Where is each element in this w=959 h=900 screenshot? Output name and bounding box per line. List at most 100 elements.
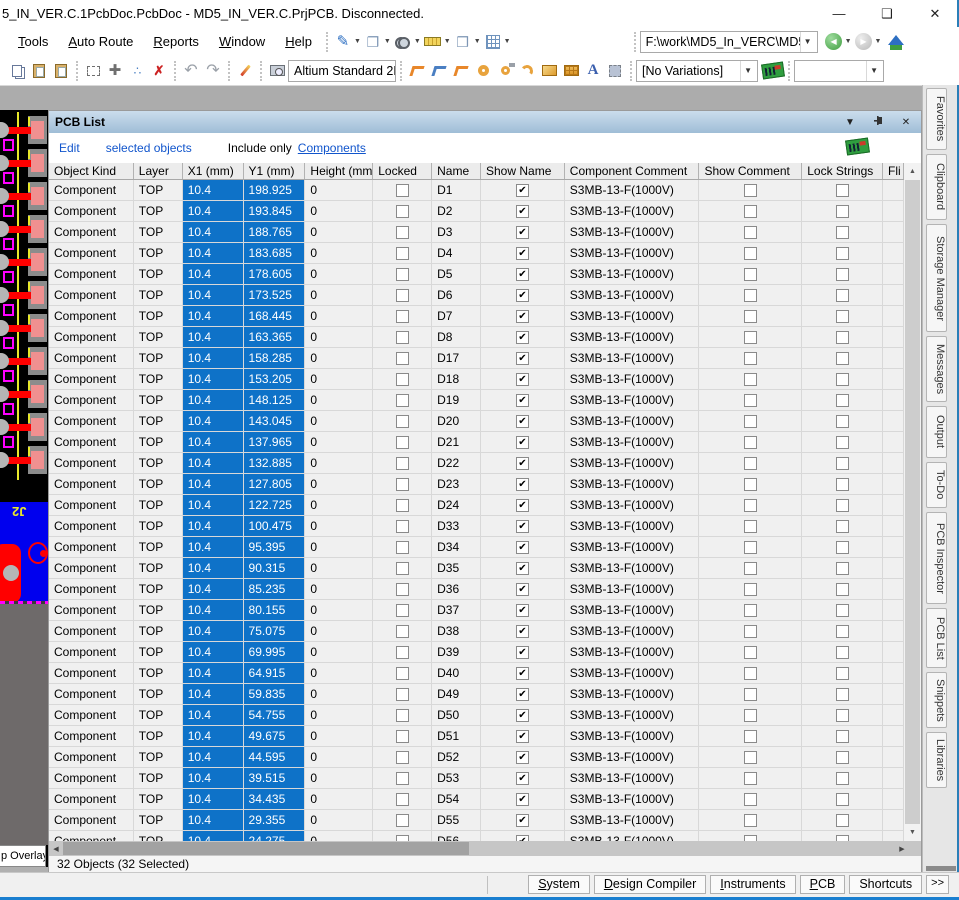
cell-lock-strings[interactable]	[802, 726, 883, 746]
cell-show-comment-checkbox[interactable]	[744, 331, 757, 344]
cell-component-comment[interactable]: S3MB-13-F(1000V)	[565, 558, 700, 578]
cell-y1[interactable]: 85.235	[244, 579, 306, 599]
path-combo-caret[interactable]: ▼	[800, 32, 815, 52]
cell-object-kind[interactable]: Component	[49, 789, 134, 809]
cell-object-kind[interactable]: Component	[49, 453, 134, 473]
cell-name[interactable]: D4	[432, 243, 481, 263]
panel-menu-icon[interactable]: ▼	[843, 117, 857, 128]
cell-locked-checkbox[interactable]	[396, 562, 409, 575]
cell-layer[interactable]: TOP	[134, 243, 183, 263]
cell-locked[interactable]	[373, 243, 432, 263]
cell-show-comment-checkbox[interactable]	[744, 583, 757, 596]
cell-name[interactable]: D1	[432, 180, 481, 200]
cell-x1[interactable]: 10.4	[183, 243, 244, 263]
grid-dropdown[interactable]: ▼	[504, 38, 511, 45]
cell-flipped[interactable]	[883, 726, 904, 746]
cell-object-kind[interactable]: Component	[49, 222, 134, 242]
cell-lock-strings[interactable]	[802, 180, 883, 200]
sidebar-tab-storage-manager[interactable]: Storage Manager	[926, 224, 947, 332]
cell-locked[interactable]	[373, 495, 432, 515]
cell-x1[interactable]: 10.4	[183, 411, 244, 431]
cell-locked-checkbox[interactable]	[396, 226, 409, 239]
cell-show-comment-checkbox[interactable]	[744, 520, 757, 533]
cell-flipped[interactable]	[883, 621, 904, 641]
cell-show-comment[interactable]	[699, 621, 802, 641]
scroll-left-icon[interactable]: ◀	[49, 841, 63, 856]
cell-lock-strings-checkbox[interactable]	[836, 730, 849, 743]
cell-show-name[interactable]: ✔	[481, 684, 565, 704]
cell-layer[interactable]: TOP	[134, 432, 183, 452]
cell-show-comment[interactable]	[699, 264, 802, 284]
cell-lock-strings[interactable]	[802, 285, 883, 305]
cell-lock-strings-checkbox[interactable]	[836, 793, 849, 806]
cell-x1[interactable]: 10.4	[183, 201, 244, 221]
column-header-component-comment[interactable]: Component Comment	[565, 163, 700, 179]
pcb-board-icon[interactable]	[762, 60, 784, 82]
cell-x1[interactable]: 10.4	[183, 663, 244, 683]
cell-locked-checkbox[interactable]	[396, 499, 409, 512]
cell-height[interactable]: 0	[305, 369, 373, 389]
cell-layer[interactable]: TOP	[134, 558, 183, 578]
cell-show-comment[interactable]	[699, 222, 802, 242]
cell-y1[interactable]: 193.845	[244, 201, 306, 221]
deselect-icon[interactable]: ∴	[126, 60, 148, 82]
cell-show-comment[interactable]	[699, 411, 802, 431]
column-header-show-comment[interactable]: Show Comment	[699, 163, 802, 179]
column-header-y1-mm-[interactable]: Y1 (mm)	[244, 163, 306, 179]
cell-height[interactable]: 0	[305, 264, 373, 284]
cell-show-name-checkbox[interactable]: ✔	[516, 415, 529, 428]
cell-flipped[interactable]	[883, 306, 904, 326]
cell-layer[interactable]: TOP	[134, 705, 183, 725]
panel-pin-icon[interactable]	[871, 115, 885, 129]
cell-layer[interactable]: TOP	[134, 537, 183, 557]
cell-lock-strings[interactable]	[802, 516, 883, 536]
cell-component-comment[interactable]: S3MB-13-F(1000V)	[565, 411, 700, 431]
back-dropdown[interactable]: ▼	[845, 38, 852, 45]
cell-lock-strings[interactable]	[802, 306, 883, 326]
cell-show-comment-checkbox[interactable]	[744, 394, 757, 407]
sidebar-tab-clipboard[interactable]: Clipboard	[926, 154, 947, 220]
cell-flipped[interactable]	[883, 579, 904, 599]
cell-flipped[interactable]	[883, 516, 904, 536]
cell-show-name[interactable]: ✔	[481, 411, 565, 431]
variations-combo[interactable]: [No Variations] ▼	[636, 60, 758, 82]
cell-height[interactable]: 0	[305, 390, 373, 410]
cell-locked[interactable]	[373, 369, 432, 389]
cell-locked[interactable]	[373, 621, 432, 641]
cell-y1[interactable]: 173.525	[244, 285, 306, 305]
cell-show-comment[interactable]	[699, 474, 802, 494]
table-row[interactable]: ComponentTOP10.495.3950D34✔S3MB-13-F(100…	[49, 537, 904, 558]
cell-x1[interactable]: 10.4	[183, 810, 244, 830]
cell-locked-checkbox[interactable]	[396, 394, 409, 407]
cell-lock-strings-checkbox[interactable]	[836, 772, 849, 785]
components-link[interactable]: Components	[298, 141, 366, 155]
column-header-show-name[interactable]: Show Name	[481, 163, 565, 179]
board-snapshot-icon[interactable]	[266, 60, 288, 82]
cell-object-kind[interactable]: Component	[49, 558, 134, 578]
cell-layer[interactable]: TOP	[134, 642, 183, 662]
cascade-windows-icon[interactable]: ❒	[452, 31, 474, 53]
cell-y1[interactable]: 95.395	[244, 537, 306, 557]
cell-layer[interactable]: TOP	[134, 306, 183, 326]
cell-y1[interactable]: 143.045	[244, 411, 306, 431]
cell-height[interactable]: 0	[305, 285, 373, 305]
cell-layer[interactable]: TOP	[134, 684, 183, 704]
cell-locked-checkbox[interactable]	[396, 709, 409, 722]
cell-show-comment-checkbox[interactable]	[744, 709, 757, 722]
cell-show-comment[interactable]	[699, 285, 802, 305]
cell-show-comment[interactable]	[699, 243, 802, 263]
cell-height[interactable]: 0	[305, 474, 373, 494]
move-icon[interactable]: ✚	[104, 60, 126, 82]
cell-show-comment[interactable]	[699, 558, 802, 578]
cell-show-name[interactable]: ✔	[481, 201, 565, 221]
cell-component-comment[interactable]: S3MB-13-F(1000V)	[565, 348, 700, 368]
cell-locked[interactable]	[373, 600, 432, 620]
cell-lock-strings-checkbox[interactable]	[836, 247, 849, 260]
cell-name[interactable]: D3	[432, 222, 481, 242]
cell-show-name[interactable]: ✔	[481, 558, 565, 578]
cell-height[interactable]: 0	[305, 726, 373, 746]
cell-height[interactable]: 0	[305, 516, 373, 536]
cell-locked-checkbox[interactable]	[396, 247, 409, 260]
cell-flipped[interactable]	[883, 810, 904, 830]
cell-name[interactable]: D56	[432, 831, 481, 841]
